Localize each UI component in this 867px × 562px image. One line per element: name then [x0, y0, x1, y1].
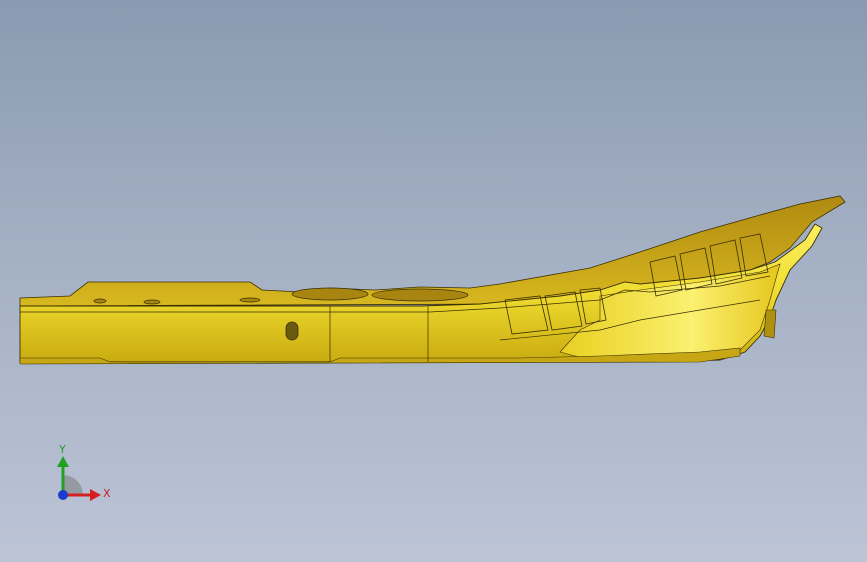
cad-viewport[interactable]: Y X: [0, 0, 867, 562]
slot-hole: [285, 321, 299, 341]
x-axis-label: X: [103, 487, 111, 500]
z-axis-dot: [58, 490, 68, 500]
y-axis-label: Y: [59, 443, 66, 456]
rear-bracket: [763, 309, 777, 339]
cad-part-model[interactable]: [0, 0, 867, 562]
